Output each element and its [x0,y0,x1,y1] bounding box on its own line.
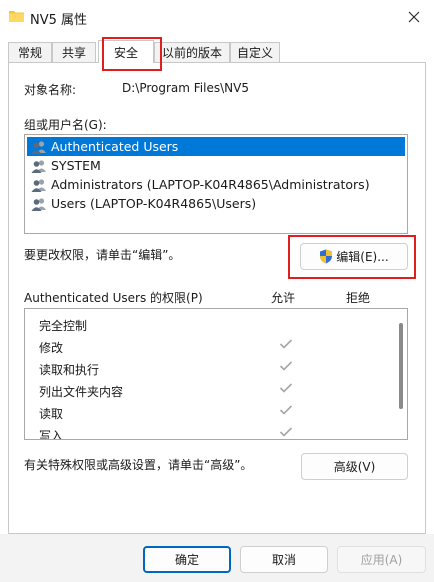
group-name: Users (LAPTOP-K04R4865\Users) [51,196,257,211]
permission-row: 完全控制 [25,313,397,335]
permission-name: 修改 [39,341,64,355]
tab-sharing[interactable]: 共享 [52,42,96,62]
close-icon [408,11,420,23]
permissions-scrollbar[interactable] [399,323,403,409]
list-item[interactable]: Authenticated Users [27,137,405,156]
group-name: Authenticated Users [51,139,179,154]
tab-strip: 常规 共享 安全 以前的版本 自定义 [8,40,426,63]
list-item[interactable]: Users (LAPTOP-K04R4865\Users) [27,194,405,213]
group-name: SYSTEM [51,158,101,173]
tab-security[interactable]: 安全 [98,40,154,63]
group-name: Administrators (LAPTOP-K04R4865\Administ… [51,177,370,192]
users-icon [31,159,46,173]
users-icon [31,140,46,154]
apply-button-label: 应用(A) [360,553,403,567]
allow-check-icon [279,427,293,437]
edit-button-label: 编辑(E)... [336,250,389,264]
advanced-button[interactable]: 高级(V) [301,453,408,480]
dialog-footer: 确定 取消 应用(A) [0,534,434,582]
permission-name: 完全控制 [39,319,88,333]
folder-icon [9,11,24,22]
permission-name: 写入 [39,429,64,440]
window-title: NV5 属性 [30,13,88,28]
permission-name: 列出文件夹内容 [39,385,124,399]
object-name-label: 对象名称: [24,83,77,97]
allow-column-header: 允许 [271,291,296,305]
permission-row: 读取和执行 [25,357,397,379]
users-icon [31,197,46,211]
tab-customize[interactable]: 自定义 [230,42,280,62]
tab-label: 自定义 [236,46,273,60]
deny-column-header: 拒绝 [346,291,371,305]
allow-check-icon [279,405,293,415]
tab-label: 共享 [61,46,86,60]
permissions-list[interactable]: 完全控制 修改 读取和执行 列出文件夹内容 读取 写入 [24,308,408,440]
groups-label: 组或用户名(G): [24,118,107,132]
tab-label: 安全 [113,45,138,60]
ok-button[interactable]: 确定 [143,546,231,573]
title-bar: NV5 属性 [0,0,434,34]
list-item[interactable]: SYSTEM [27,156,405,175]
list-item[interactable]: Administrators (LAPTOP-K04R4865\Administ… [27,175,405,194]
permission-row: 列出文件夹内容 [25,379,397,401]
allow-check-icon [279,361,293,371]
tab-label: 常规 [17,46,42,60]
edit-hint: 要更改权限，请单击“编辑”。 [24,248,181,262]
advanced-button-label: 高级(V) [333,460,376,474]
edit-button[interactable]: 编辑(E)... [300,243,408,270]
object-name-value: D:\Program Files\NV5 [122,81,249,95]
advanced-hint: 有关特殊权限或高级设置，请单击“高级”。 [24,458,253,472]
permission-name: 读取和执行 [39,363,100,377]
permissions-header: Authenticated Users 的权限(P) [24,291,203,305]
group-list[interactable]: Authenticated Users SYSTEM Administrator… [24,134,408,234]
apply-button[interactable]: 应用(A) [337,546,426,573]
users-icon [31,178,46,192]
tab-general[interactable]: 常规 [8,42,52,62]
tab-previous-versions[interactable]: 以前的版本 [154,42,230,62]
permission-row: 读取 [25,401,397,423]
cancel-button-label: 取消 [271,553,296,567]
uac-shield-icon [320,249,333,264]
permission-row: 修改 [25,335,397,357]
cancel-button[interactable]: 取消 [240,546,328,573]
permission-name: 读取 [39,407,64,421]
close-button[interactable] [400,4,428,30]
ok-button-label: 确定 [174,553,199,567]
tab-label: 以前的版本 [161,46,222,60]
allow-check-icon [279,383,293,393]
permission-row: 写入 [25,423,397,440]
allow-check-icon [279,339,293,349]
